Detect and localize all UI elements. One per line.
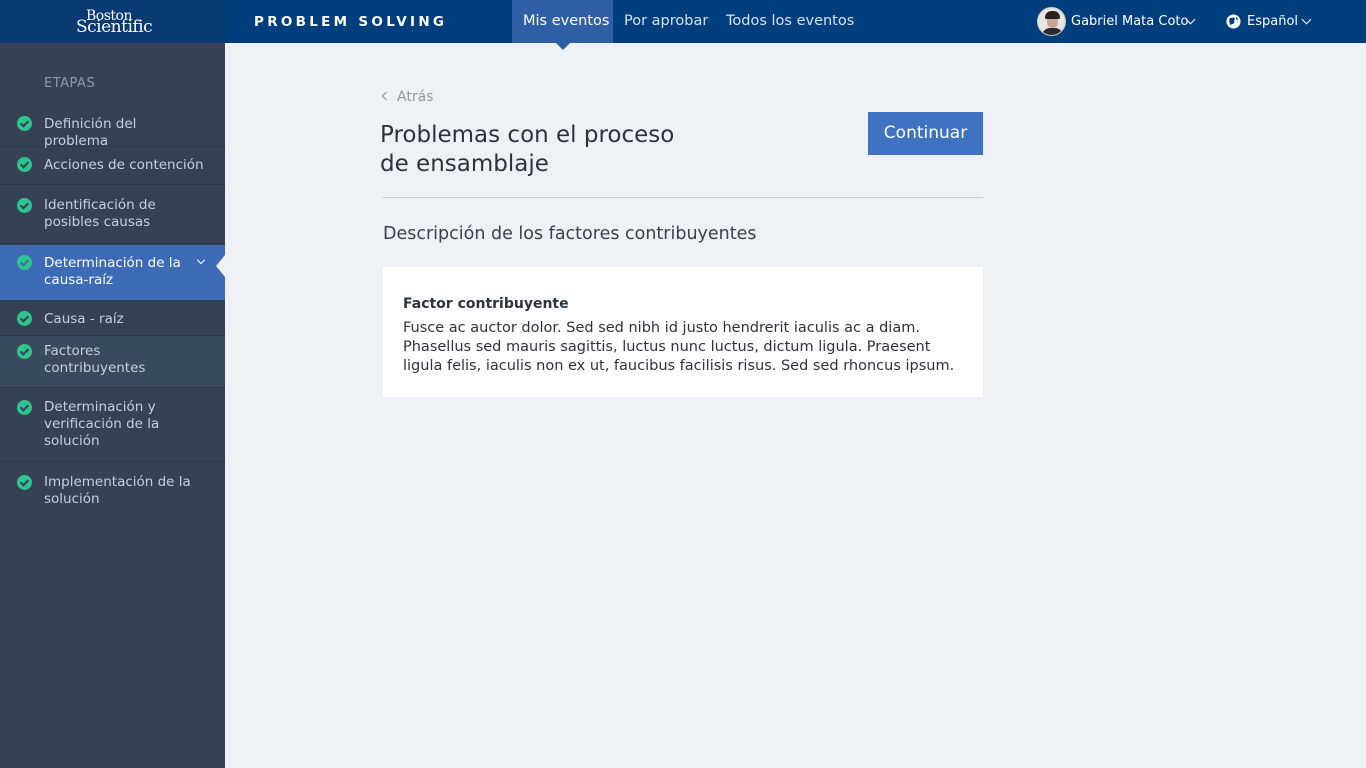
back-link[interactable]: Atrás [381,89,433,105]
globe-icon [1226,14,1241,29]
sidebar-header: ETAPAS [44,76,96,91]
chevron-down-icon[interactable] [196,255,206,265]
card-text: Fusce ac auctor dolor. Sed sed nibh id j… [403,320,955,374]
tab-todos-los-eventos[interactable]: Todos los eventos [715,0,865,43]
active-indicator [216,255,225,277]
chevron-left-icon [381,91,391,101]
avatar-body [1042,28,1063,35]
tab-label: Todos los eventos [726,13,855,29]
sidebar-item-label: Determinación y verificación de la soluc… [44,399,160,449]
logo-line-2: Scientific [76,17,153,37]
sidebar-item-label: Factores contribuyentes [44,343,146,376]
sidebar-item-factores-contribuyentes[interactable]: Factores contribuyentes [0,336,225,388]
sidebar-item-determinacion-solucion[interactable]: Determinación y verificación de la soluc… [0,388,225,462]
sidebar: ETAPAS Definición del problema Acciones … [0,43,225,768]
app-title: PROBLEM SOLVING [254,14,448,30]
back-label: Atrás [397,89,434,105]
sidebar-item-label: Identificación de posibles causas [44,197,156,230]
tab-mis-eventos[interactable]: Mis eventos [512,0,613,50]
check-icon [17,255,32,270]
check-icon [17,116,32,131]
boston-scientific-logo[interactable]: Boston Scientific [0,0,225,43]
active-tab-caret [555,43,570,50]
sidebar-item-implementacion-solucion[interactable]: Implementación de la solución [0,462,225,518]
check-icon [17,157,32,172]
chevron-down-icon[interactable] [1301,14,1312,25]
check-icon [17,311,32,326]
sidebar-item-label: Causa - raíz [44,311,124,327]
check-icon [17,475,32,490]
section-title: Descripción de los factores contribuyent… [383,224,757,244]
avatar[interactable] [1037,7,1066,36]
sidebar-item-determinacion-causa-raiz[interactable]: Determinación de la causa-raíz [0,245,225,300]
contributing-factor-card: Factor contribuyente Fusce ac auctor dol… [383,267,983,397]
check-icon [17,344,32,359]
divider [382,197,983,198]
sidebar-item-definicion-problema[interactable]: Definición del problema [0,104,225,149]
tab-label: Mis eventos [523,13,610,29]
sidebar-item-acciones-contencion[interactable]: Acciones de contención [0,147,225,185]
continue-button[interactable]: Continuar [868,112,983,155]
top-bar: Boston Scientific PROBLEM SOLVING Mis ev… [0,0,1366,50]
sidebar-item-label: Acciones de contención [44,157,204,173]
sidebar-item-identificacion-causas[interactable]: Identificación de posibles causas [0,185,225,244]
sidebar-item-label: Implementación de la solución [44,474,191,507]
user-menu[interactable]: Gabriel Mata Coto [1071,14,1188,29]
sidebar-item-causa-raiz[interactable]: Causa - raíz [0,301,225,336]
check-icon [17,400,32,415]
language-selector[interactable]: Español [1247,14,1298,29]
tab-por-aprobar[interactable]: Por aprobar [613,0,719,43]
sidebar-item-label: Definición del problema [44,116,137,149]
avatar-hair [1045,11,1060,19]
sidebar-item-label: Determinación de la causa-raíz [44,255,181,288]
card-label: Factor contribuyente [403,296,569,312]
page-title: Problemas con el proceso de ensamblaje [380,122,675,177]
tab-label: Por aprobar [624,13,709,29]
check-icon [17,198,32,213]
